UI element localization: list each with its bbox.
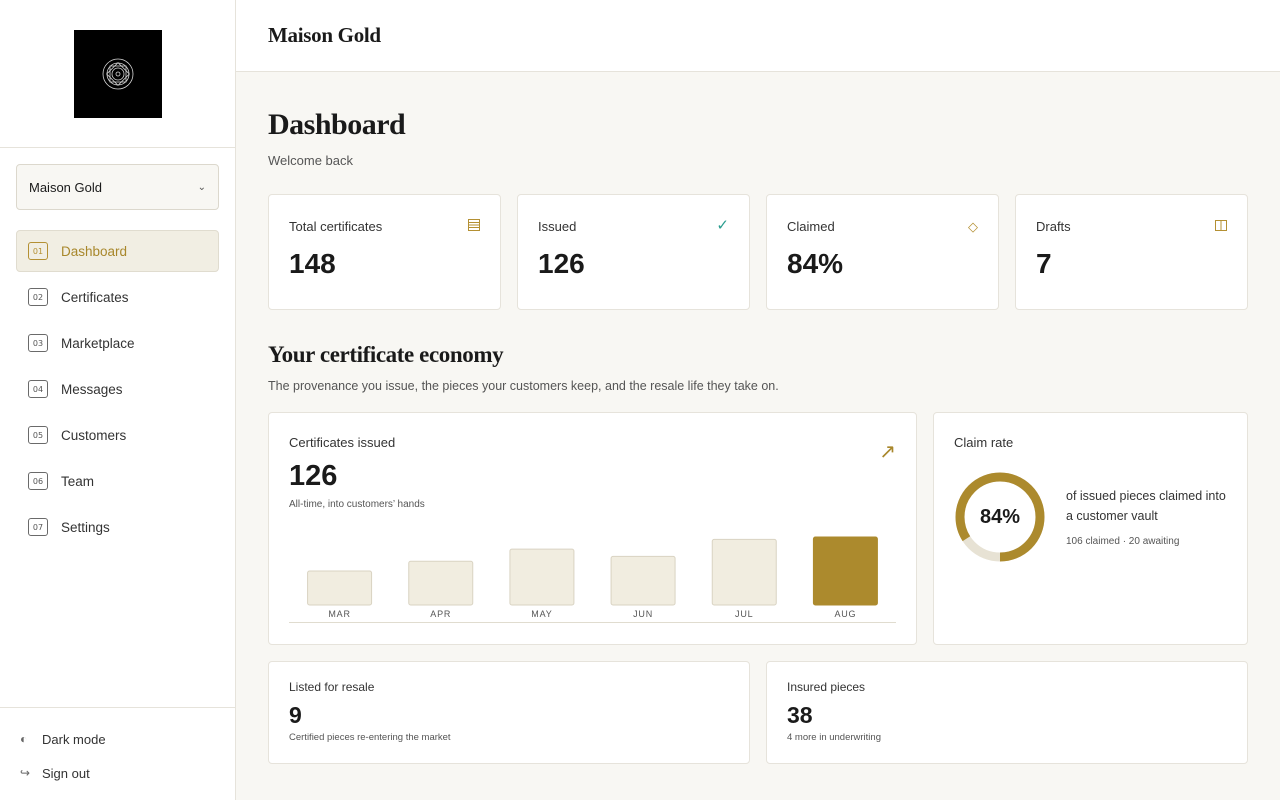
sign-out-button[interactable]: ↪ Sign out [0,756,235,790]
dark-mode-label: Dark mode [42,731,106,747]
tick-label-jun: JUN [633,609,653,619]
sidebar: Maison Gold ⌄ 01 Dashboard 02 Certificat… [0,0,236,800]
stat-label: Drafts [1036,219,1071,234]
stat-value: 148 [289,248,336,279]
nav-number: 03 [28,334,48,352]
card-label: Insured pieces [787,680,866,694]
sidebar-item-messages[interactable]: 04 Messages [16,368,219,410]
section-subtitle: The provenance you issue, the pieces you… [268,379,779,393]
insured-card[interactable]: Insured pieces 38 4 more in underwriting [766,661,1248,764]
bar-may[interactable] [509,548,575,606]
insured-note: 4 more in underwriting [787,732,881,743]
tick-label-jul: JUL [735,609,753,619]
resale-note: Certified pieces re-entering the market [289,732,451,743]
ledger-icon [468,219,480,234]
stat-card-issued[interactable]: Issued 126 ✓ [517,194,750,310]
card-label: Certificates issued [289,435,396,450]
stat-card-claimed[interactable]: Claimed 84% ◇ [766,194,999,310]
brand-logo[interactable] [73,29,162,118]
sidebar-item-label: Dashboard [61,243,128,259]
brand-name: Maison Gold [268,23,381,47]
issued-note: All-time, into customers’ hands [289,499,425,510]
sidebar-nav: 01 Dashboard 02 Certificates 03 Marketpl… [16,230,219,552]
stat-label: Issued [538,219,577,234]
sidebar-footer: ◐ Dark mode ↪ Sign out [0,707,235,790]
tick-label-mar: MAR [328,609,350,619]
issued-value: 126 [289,460,338,492]
tick-label-aug: AUG [834,609,856,619]
sidebar-item-label: Settings [61,519,110,535]
sidebar-item-certificates[interactable]: 02 Certificates [16,276,219,318]
resale-value: 9 [289,702,302,728]
nav-number: 04 [28,380,48,398]
sidebar-item-label: Team [61,473,95,489]
rosette-icon [102,58,133,89]
bar-aug[interactable] [812,536,878,606]
bar-jun[interactable] [610,555,676,606]
section-title: Your certificate economy [268,342,504,367]
tick-label-may: MAY [531,609,552,619]
insured-value: 38 [787,702,813,728]
org-name: Maison Gold [29,179,102,195]
tick-label-apr: APR [430,609,451,619]
diamond-icon: ◇ [968,219,978,234]
chevron-down-icon: ⌄ [197,181,206,193]
half-moon-icon: ◐ [20,732,28,746]
sidebar-item-label: Messages [61,381,123,397]
dark-mode-toggle[interactable]: ◐ Dark mode [0,722,235,756]
claim-rate-card[interactable]: Claim rate 84% of issued pieces claimed … [933,412,1248,645]
nav-number: 07 [28,518,48,536]
stat-value: 84% [787,248,844,279]
sidebar-item-label: Customers [61,427,127,443]
top-bar: Maison Gold [236,0,1280,72]
page-subtitle: Welcome back [268,153,354,168]
nav-number: 01 [28,242,48,260]
arrow-up-right-icon[interactable]: ↗ [879,439,896,464]
claim-rate-breakdown: 106 claimed · 20 awaiting [1066,536,1180,547]
sidebar-item-marketplace[interactable]: 03 Marketplace [16,322,219,364]
card-label: Listed for resale [289,680,375,694]
stat-label: Total certificates [289,219,383,234]
sidebar-item-team[interactable]: 06 Team [16,460,219,502]
nav-number: 05 [28,426,48,444]
check-icon: ✓ [716,217,729,234]
sign-out-label: Sign out [42,765,90,781]
sidebar-item-settings[interactable]: 07 Settings [16,506,219,548]
sign-out-icon: ↪ [20,766,31,780]
logo-area [0,0,235,148]
card-label: Claim rate [954,435,1014,450]
claim-rate-description: of issued pieces claimed into a customer… [1066,489,1226,523]
nav-number: 06 [28,472,48,490]
book-icon [1215,219,1227,234]
stat-card-drafts[interactable]: Drafts 7 [1015,194,1248,310]
sidebar-item-label: Marketplace [61,335,135,351]
sidebar-item-label: Certificates [61,289,129,305]
sidebar-item-customers[interactable]: 05 Customers [16,414,219,456]
org-switcher[interactable]: Maison Gold ⌄ [16,164,219,210]
bar-apr[interactable] [408,560,474,606]
bar-mar[interactable] [307,570,373,606]
stat-card-total[interactable]: Total certificates 148 [268,194,501,310]
bar-jul[interactable] [711,538,777,606]
issued-chart-card[interactable]: Certificates issued 126 All-time, into c… [268,412,917,645]
claim-rate-value: 84% [979,505,1021,528]
page-title: Dashboard [268,108,406,141]
stat-value: 7 [1036,248,1052,279]
sidebar-item-dashboard[interactable]: 01 Dashboard [16,230,219,272]
stat-value: 126 [538,248,585,279]
issued-bar-chart: MAR APR MAY JUN JUL AUG [289,536,896,623]
nav-number: 02 [28,288,48,306]
stat-label: Claimed [787,219,835,234]
resale-card[interactable]: Listed for resale 9 Certified pieces re-… [268,661,750,764]
